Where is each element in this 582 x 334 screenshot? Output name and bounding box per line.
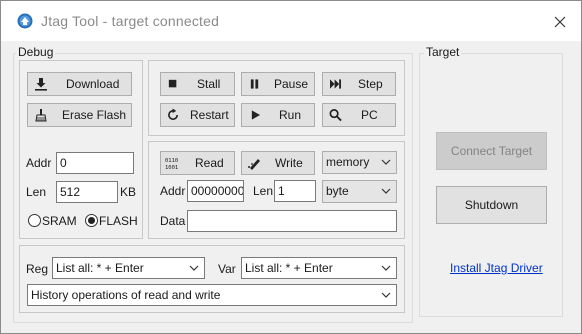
window-title: Jtag Tool - target connected (41, 13, 220, 29)
chevron-down-icon (381, 188, 391, 194)
svg-text:1001: 1001 (165, 165, 178, 170)
history-value: History operations of read and write (31, 288, 221, 302)
var-label: Var (218, 262, 236, 276)
data-input[interactable] (187, 210, 397, 232)
read-label: Read (195, 156, 224, 170)
target-group-label: Target (424, 45, 462, 59)
chevron-down-icon (381, 159, 391, 165)
pc-button[interactable]: PC (322, 103, 396, 127)
len-unit-label: KB (120, 185, 137, 199)
restart-label: Restart (190, 108, 229, 122)
chevron-down-icon (381, 292, 391, 298)
len-input[interactable]: 512 (56, 181, 118, 203)
rw-addr-label: Addr (160, 184, 186, 198)
memory-type-select[interactable]: memory (322, 151, 397, 174)
svg-text:0110: 0110 (165, 158, 178, 164)
restart-button[interactable]: Restart (160, 103, 235, 127)
history-select[interactable]: History operations of read and write (27, 284, 397, 306)
play-icon (251, 110, 261, 120)
connect-target-label: Connect Target (450, 144, 533, 158)
target-group (419, 53, 563, 317)
rw-len-input[interactable]: 1 (274, 180, 316, 202)
flash-label: FLASH (99, 214, 138, 228)
chevron-down-icon (189, 265, 199, 271)
write-label: Write (275, 156, 303, 170)
stall-button[interactable]: Stall (160, 72, 235, 96)
step-label: Step (358, 77, 383, 91)
write-button[interactable]: Write (241, 151, 315, 175)
memory-type-value: memory (326, 155, 370, 169)
addr-label: Addr (26, 156, 52, 170)
broom-icon (35, 109, 47, 122)
rw-addr-input[interactable]: 00000000 (187, 180, 244, 202)
binary-icon: 0110 1001 (165, 158, 178, 170)
reg-label: Reg (26, 262, 49, 276)
restart-icon (168, 108, 179, 120)
connect-target-button[interactable]: Connect Target (436, 132, 547, 170)
var-select[interactable]: List all: * + Enter (241, 257, 397, 279)
erase-flash-label: Erase Flash (62, 108, 127, 122)
title-bar: Jtag Tool - target connected (1, 1, 581, 41)
erase-flash-button[interactable]: Erase Flash (27, 103, 132, 127)
flash-radio[interactable] (85, 214, 98, 227)
unit-type-value: byte (326, 184, 349, 198)
pc-label: PC (361, 108, 378, 122)
read-button[interactable]: 0110 1001 Read (160, 151, 235, 175)
app-icon (17, 13, 33, 29)
unit-type-select[interactable]: byte (322, 180, 397, 203)
download-icon (35, 78, 47, 91)
var-value: List all: * + Enter (245, 261, 333, 275)
run-button[interactable]: Run (241, 103, 315, 127)
rw-len-label: Len (253, 184, 274, 198)
sram-label: SRAM (42, 214, 77, 228)
stall-label: Stall (197, 77, 221, 91)
data-label: Data (160, 214, 186, 228)
pause-button[interactable]: Pause (241, 72, 315, 96)
debug-group-label: Debug (16, 45, 56, 59)
run-label: Run (279, 108, 302, 122)
shutdown-label: Shutdown (464, 198, 519, 212)
download-button[interactable]: Download (27, 72, 132, 96)
step-forward-icon (330, 79, 341, 89)
pause-label: Pause (274, 77, 309, 91)
len-label: Len (26, 185, 47, 199)
reg-value: List all: * + Enter (56, 261, 144, 275)
sram-radio[interactable] (28, 214, 41, 227)
jtag-tool-window: Jtag Tool - target connected Debug Downl… (0, 0, 582, 334)
magnifier-icon (329, 109, 342, 122)
download-label: Download (66, 77, 120, 91)
pen-write-icon (248, 159, 260, 170)
install-jtag-driver-link[interactable]: Install Jtag Driver (450, 261, 543, 275)
reg-select[interactable]: List all: * + Enter (52, 257, 205, 279)
pause-icon (250, 79, 259, 89)
chevron-down-icon (381, 265, 391, 271)
addr-input[interactable]: 0 (56, 152, 134, 174)
stop-square-icon (168, 79, 177, 88)
close-icon[interactable] (549, 11, 571, 33)
step-button[interactable]: Step (322, 72, 396, 96)
shutdown-button[interactable]: Shutdown (436, 186, 547, 224)
